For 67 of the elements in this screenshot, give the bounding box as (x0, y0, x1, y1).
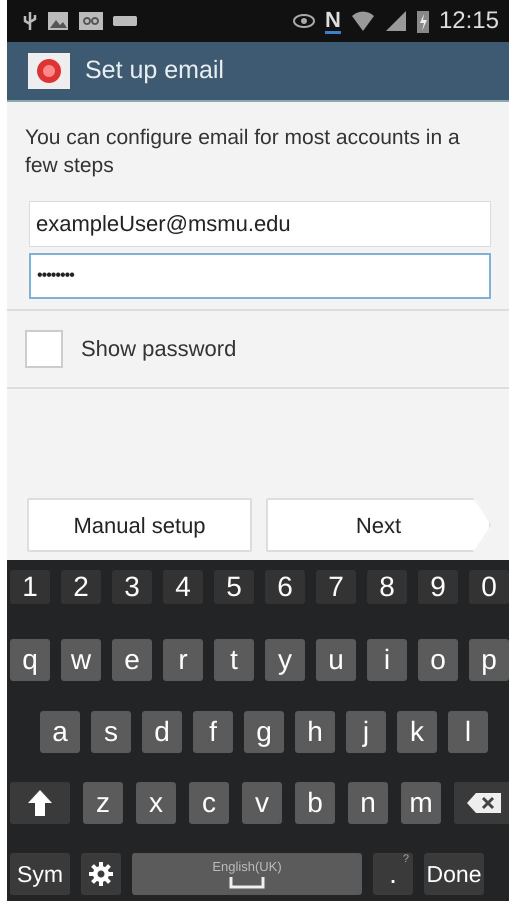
next-button[interactable]: Next (266, 498, 491, 552)
keyboard-key[interactable]: h (295, 710, 335, 752)
usb-icon (23, 10, 37, 32)
image-icon (47, 11, 69, 31)
keyboard-key[interactable]: w (61, 639, 101, 682)
keyboard-key[interactable]: b (295, 782, 335, 824)
key-hint: ? (402, 854, 409, 865)
up-arrow-icon (27, 788, 53, 817)
backspace-key[interactable] (454, 782, 509, 824)
keyboard-key[interactable]: g (244, 710, 284, 752)
keyboard-key[interactable]: u (316, 639, 356, 682)
nfc-indicator: N (325, 8, 341, 34)
voicemail-icon (79, 12, 103, 30)
password-field[interactable]: •••••••• (29, 252, 491, 299)
keyboard-key[interactable]: o (418, 639, 458, 682)
keyboard-key[interactable]: x (136, 782, 176, 824)
keyboard-key[interactable]: 8 (367, 570, 407, 604)
screen-title: Set up email (85, 55, 224, 86)
keyboard-key[interactable]: c (189, 782, 229, 824)
keyboard-key[interactable]: q (10, 639, 50, 682)
keyboard-key[interactable]: v (242, 782, 282, 824)
keyboard-key[interactable]: d (142, 710, 182, 752)
keyboard-key[interactable]: n (348, 782, 388, 824)
signal-icon (384, 10, 407, 32)
keyboard-key[interactable]: 3 (112, 570, 152, 604)
keyboard-key[interactable]: i (367, 639, 407, 682)
settings-key[interactable] (81, 853, 121, 895)
battery-icon (416, 9, 429, 33)
keyboard-key[interactable]: y (265, 639, 305, 682)
shift-key[interactable] (10, 782, 70, 824)
email-app-icon (27, 51, 71, 91)
keyboard-key[interactable]: k (397, 710, 437, 752)
backspace-icon (466, 792, 502, 814)
space-key[interactable]: English(UK) (132, 853, 362, 895)
keyboard-key[interactable]: m (401, 782, 441, 824)
wifi-icon (350, 10, 375, 32)
keyboard-key[interactable]: 6 (265, 570, 305, 604)
keyboard-key[interactable]: p (469, 639, 509, 682)
period-key[interactable]: . ? (373, 853, 413, 895)
keyboard-key[interactable]: j (346, 710, 386, 752)
keyboard-key[interactable]: 0 (469, 570, 509, 604)
keyboard-key[interactable]: 1 (10, 570, 50, 604)
keyboard-key[interactable]: f (193, 710, 233, 752)
keyboard-icon (113, 14, 137, 28)
done-key[interactable]: Done (424, 853, 484, 895)
keyboard-key[interactable]: 7 (316, 570, 356, 604)
clock-time: 12:15 (438, 9, 499, 33)
email-field[interactable]: exampleUser@msmu.edu (29, 200, 491, 247)
show-password-label: Show password (81, 335, 236, 364)
keyboard-key[interactable]: 9 (418, 570, 458, 604)
keyboard-key[interactable]: s (91, 710, 131, 752)
sym-key[interactable]: Sym (10, 853, 70, 895)
keyboard-key[interactable]: e (112, 639, 152, 682)
keyboard-key[interactable]: 5 (214, 570, 254, 604)
space-icon (229, 876, 265, 888)
keyboard-key[interactable]: 2 (61, 570, 101, 604)
gear-icon (88, 861, 114, 887)
show-password-checkbox[interactable] (25, 330, 63, 368)
eye-icon (293, 13, 316, 29)
keyboard-key[interactable]: l (448, 710, 488, 752)
manual-setup-button[interactable]: Manual setup (27, 498, 252, 552)
keyboard-key[interactable]: 4 (163, 570, 203, 604)
keyboard-key[interactable]: a (40, 710, 80, 752)
instruction-text: You can configure email for most accounts in a few steps (24, 125, 461, 180)
keyboard-key[interactable]: r (163, 639, 203, 682)
keyboard-key[interactable]: z (83, 782, 123, 824)
keyboard-key[interactable]: t (214, 639, 254, 682)
